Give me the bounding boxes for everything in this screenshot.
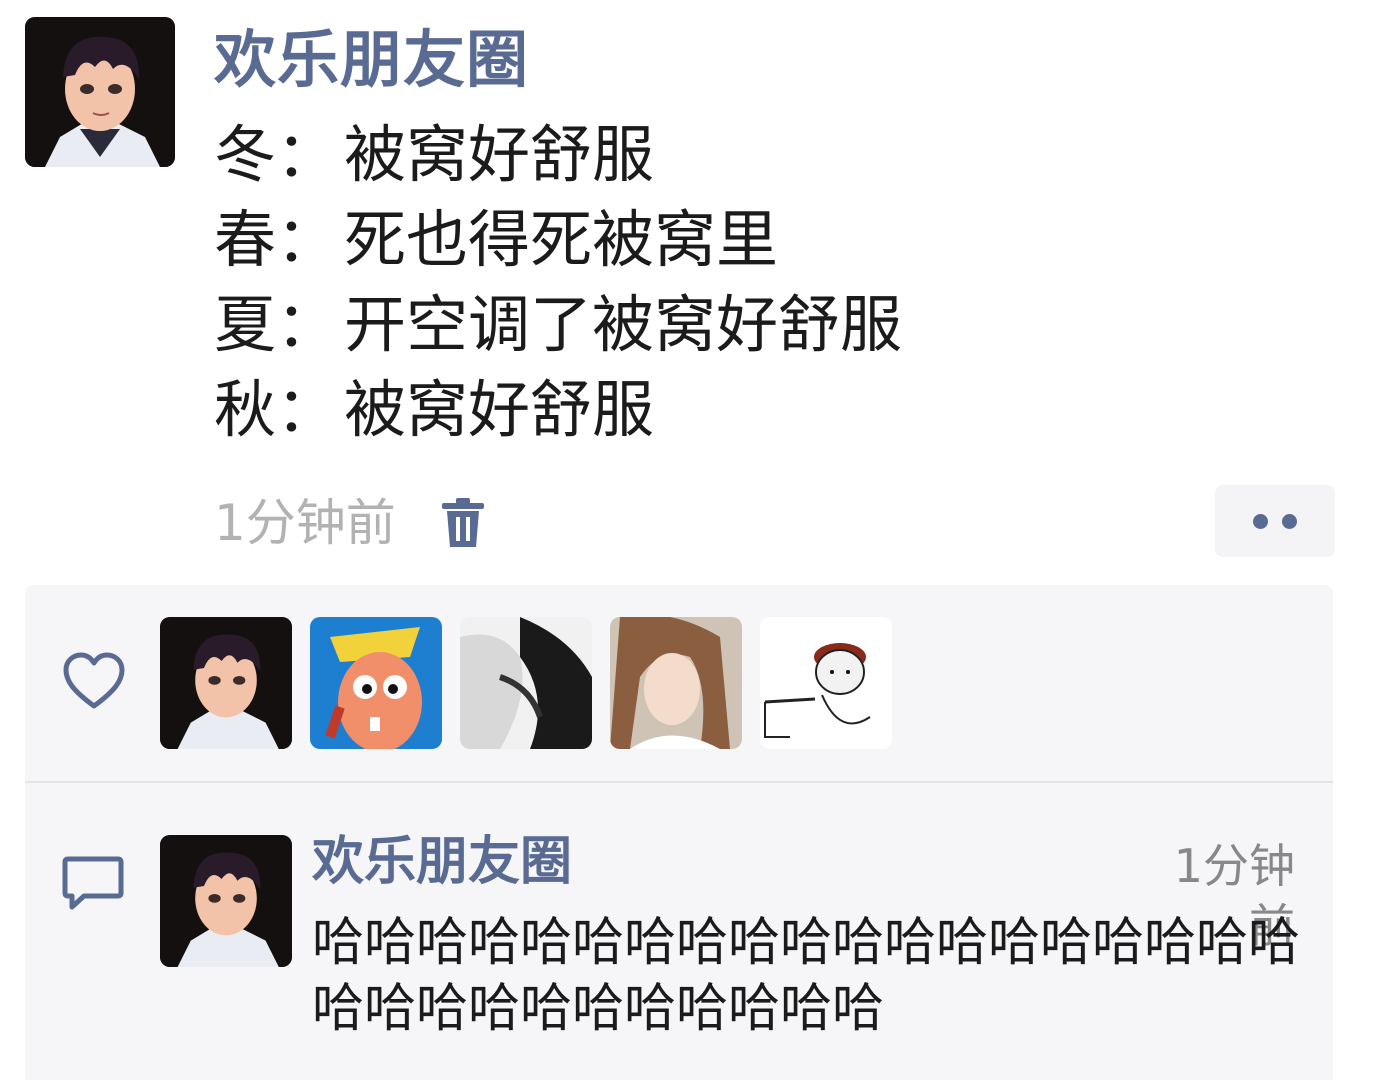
more-dots-icon — [1282, 514, 1297, 529]
liker-avatar[interactable] — [460, 617, 592, 749]
post-line: 春：死也得死被窝里 — [214, 197, 778, 283]
post-line-text: 被窝好舒服 — [344, 373, 655, 446]
trash-icon[interactable] — [440, 497, 486, 549]
commenter-avatar[interactable] — [160, 835, 292, 967]
comment-author-name[interactable]: 欢乐朋友圈 — [312, 830, 572, 894]
post-line: 夏：开空调了被窝好舒服 — [214, 282, 902, 368]
season-label: 秋： — [214, 373, 339, 446]
season-label: 春： — [214, 203, 339, 276]
post-line: 秋：被窝好舒服 — [214, 367, 654, 453]
post-author-avatar[interactable] — [25, 17, 175, 167]
more-dots-icon — [1253, 514, 1268, 529]
liker-avatar[interactable] — [610, 617, 742, 749]
comment-bubble-icon — [62, 855, 124, 913]
season-label: 夏： — [214, 288, 339, 361]
post-line-text: 死也得死被窝里 — [344, 203, 779, 276]
post-timestamp: 1分钟前 — [214, 494, 396, 552]
heart-icon — [62, 652, 126, 712]
post-line: 冬：被窝好舒服 — [214, 112, 654, 198]
liker-avatar[interactable] — [760, 617, 892, 749]
liker-avatar[interactable] — [310, 617, 442, 749]
liker-avatar[interactable] — [160, 617, 292, 749]
season-label: 冬： — [214, 118, 339, 191]
comment-text: 哈哈哈哈哈哈哈哈哈哈哈哈哈哈哈哈哈哈哈哈哈哈哈哈哈哈哈哈哈哈 — [312, 913, 1301, 1039]
more-options-button[interactable] — [1215, 485, 1335, 557]
divider — [25, 781, 1333, 783]
post-author-name[interactable]: 欢乐朋友圈 — [214, 20, 529, 100]
post-line-text: 被窝好舒服 — [344, 118, 655, 191]
post-line-text: 开空调了被窝好舒服 — [344, 288, 903, 361]
